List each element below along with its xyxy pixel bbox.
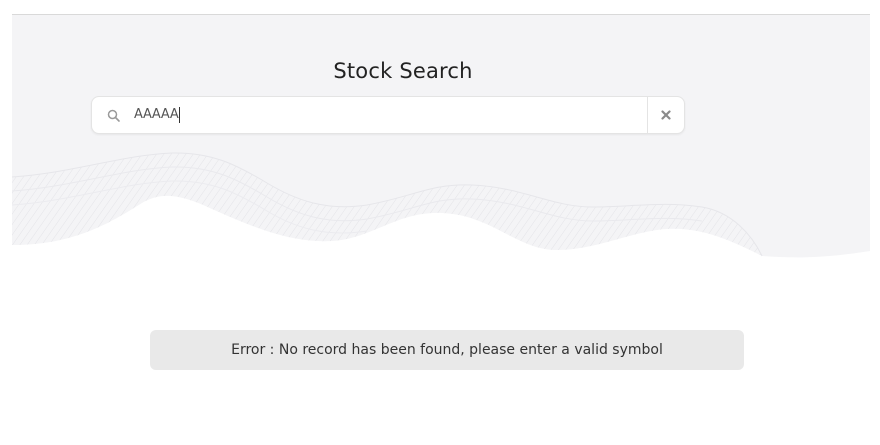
search-input[interactable]: AAAAA [134,107,181,123]
page-title: Stock Search [333,59,473,83]
page: Stock Search AAAAA Error : No record has… [0,0,880,445]
wave-background [12,15,870,258]
error-text: Error : No record has been found, please… [231,342,663,358]
close-icon [661,110,671,120]
error-message: Error : No record has been found, please… [150,330,744,370]
clear-button[interactable] [648,97,684,133]
search-bar[interactable]: AAAAA [91,96,685,134]
search-hero: Stock Search [12,15,870,260]
search-icon [107,109,120,122]
